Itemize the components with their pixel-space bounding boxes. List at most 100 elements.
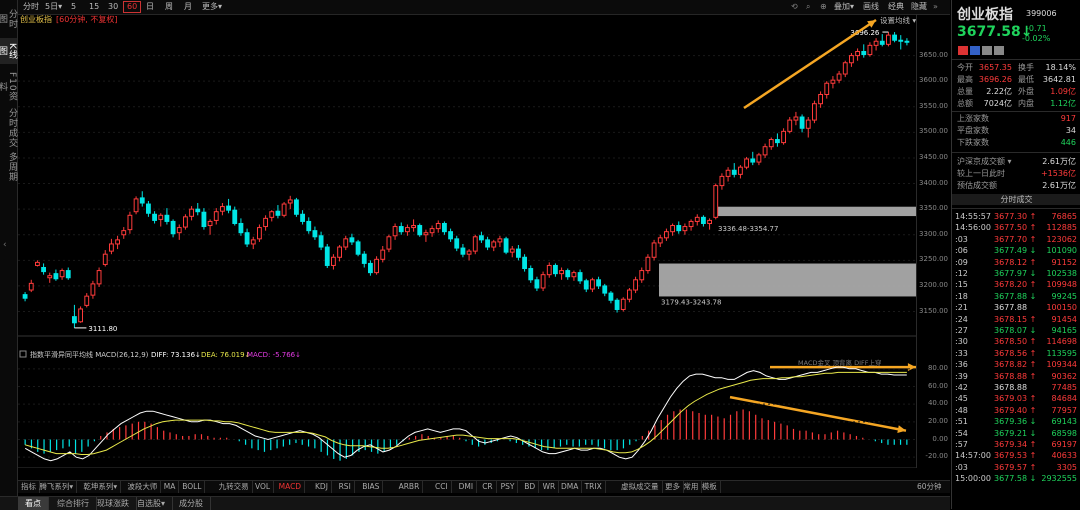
candle bbox=[553, 264, 558, 275]
zoom-in-icon[interactable]: ⊕ bbox=[817, 1, 830, 13]
tab-timeshare[interactable]: 分时图 bbox=[0, 6, 17, 32]
period-60min[interactable]: 60 bbox=[123, 1, 142, 13]
grid-icon[interactable] bbox=[994, 46, 1004, 55]
candle bbox=[263, 217, 268, 228]
draw-line-button[interactable]: 画线 bbox=[860, 1, 882, 13]
candle bbox=[479, 235, 484, 241]
tick-row: :42 3678.88 77485 bbox=[952, 382, 1080, 393]
collapse-arrow-icon[interactable]: ‹ bbox=[3, 240, 7, 250]
period-more[interactable]: 更多▾ bbox=[199, 1, 225, 13]
trade-icon[interactable] bbox=[958, 46, 968, 55]
period-week[interactable]: 周 bbox=[162, 1, 176, 13]
price-tick-label: 3500.00 bbox=[919, 127, 948, 136]
indicator-tab[interactable]: BOLL bbox=[179, 481, 206, 493]
candle bbox=[343, 238, 349, 248]
indicator-tab[interactable]: ARBR bbox=[396, 481, 424, 493]
period-15min[interactable]: 15 bbox=[86, 1, 102, 13]
breadth-value: 917 bbox=[1060, 114, 1076, 123]
tick-volume: 91454 bbox=[1051, 314, 1077, 324]
indicator-tab[interactable]: MACD bbox=[276, 481, 306, 493]
indicator-tab[interactable]: 腾飞系列▾ bbox=[36, 481, 78, 493]
period-30min[interactable]: 30 bbox=[105, 1, 121, 13]
indicator-tab[interactable]: 虚拟成交量 bbox=[618, 481, 663, 493]
macd-settings-icon[interactable] bbox=[19, 350, 27, 358]
status-tab-watchlist[interactable]: 自选股▾ bbox=[130, 497, 174, 510]
candle bbox=[682, 226, 688, 232]
box-upper-label: 3336.48-3354.77 bbox=[718, 225, 778, 233]
indicator-tab[interactable]: 模板 bbox=[699, 481, 721, 493]
period-timeshare[interactable]: 分时 bbox=[20, 1, 42, 13]
candle bbox=[176, 227, 182, 234]
search-icon[interactable]: ⌕ bbox=[803, 1, 813, 13]
indicator-tab[interactable]: 乾坤系列▾ bbox=[80, 481, 122, 493]
flash-icon[interactable] bbox=[970, 46, 980, 55]
candle bbox=[392, 226, 398, 237]
more-icon[interactable]: » bbox=[930, 1, 941, 13]
candle bbox=[47, 275, 53, 279]
tick-volume: 84684 bbox=[1051, 394, 1077, 404]
turnover-row: 预估成交额 2.61万亿 bbox=[952, 180, 1080, 191]
indicator-tab[interactable]: BD bbox=[521, 481, 540, 493]
minus-icon[interactable] bbox=[982, 46, 992, 55]
indicator-tab[interactable]: DMI bbox=[456, 481, 478, 493]
status-tab-constituents[interactable]: 成分股 bbox=[172, 497, 211, 510]
support-box-lower bbox=[659, 263, 916, 297]
candle bbox=[35, 261, 40, 266]
indicator-tab[interactable]: KDJ bbox=[312, 481, 332, 493]
quote-change-pct: -0.02% bbox=[1022, 34, 1051, 43]
chart-subtitle: [60分钟, 不复权] bbox=[56, 14, 118, 24]
chart-stock-name: 创业板指 bbox=[20, 14, 52, 24]
candle bbox=[220, 206, 225, 212]
candle bbox=[331, 256, 336, 266]
breadth-label: 上涨家数 bbox=[957, 114, 989, 123]
candle bbox=[257, 227, 262, 240]
candle bbox=[534, 279, 540, 289]
candle bbox=[442, 222, 447, 233]
candle bbox=[96, 270, 102, 285]
set-ma-button[interactable]: 设置均线 ▾ bbox=[880, 15, 916, 25]
candle bbox=[41, 267, 46, 273]
indicator-tab[interactable]: VOL bbox=[252, 481, 275, 493]
indicator-tab[interactable]: 九转交易 bbox=[216, 481, 253, 493]
period-5min[interactable]: 5 bbox=[68, 1, 79, 13]
tick-price: 3678.88 bbox=[994, 383, 1028, 392]
tab-ticks[interactable]: 分时成交 bbox=[0, 108, 17, 148]
turnover-row[interactable]: 沪深京成交额 ▾ 2.61万亿 bbox=[952, 156, 1080, 167]
indicator-tab[interactable]: MA bbox=[161, 481, 180, 493]
indicator-tab[interactable]: BIAS bbox=[359, 481, 384, 493]
tick-time: :51 bbox=[955, 417, 968, 427]
candle bbox=[374, 258, 379, 274]
tick-row: :09 3678.12 ↑ 91152 bbox=[952, 257, 1080, 268]
status-tab-highlights[interactable]: 看点 bbox=[18, 497, 49, 510]
indicator-tab[interactable]: 波段大师 bbox=[124, 481, 162, 493]
period-day[interactable]: 日 bbox=[143, 1, 157, 13]
macd-tick-label: 60.00 bbox=[927, 381, 948, 390]
candle bbox=[318, 235, 324, 248]
indicator-tab[interactable]: TRIX bbox=[582, 481, 606, 493]
refresh-icon[interactable]: ⟲ bbox=[788, 1, 801, 13]
tick-price: 3678.07 ↓ bbox=[994, 326, 1037, 335]
hide-button[interactable]: 隐藏 bbox=[908, 1, 930, 13]
candle bbox=[744, 158, 749, 168]
period-5day[interactable]: 5日▾ bbox=[42, 1, 65, 13]
indicator-tab[interactable]: DMA bbox=[558, 481, 583, 493]
tab-multi-period[interactable]: 多周期 bbox=[0, 152, 17, 182]
indicator-tab[interactable]: CR bbox=[479, 481, 497, 493]
overlay-menu[interactable]: 叠加▾ bbox=[831, 1, 857, 13]
candle bbox=[824, 82, 830, 95]
kline-chart[interactable]: 创业板指 [60分钟, 不复权] 设置均线 ▾ 3111.803696.2633… bbox=[18, 14, 916, 468]
tab-f10[interactable]: F10资料 bbox=[0, 72, 17, 102]
macd-arrow-down bbox=[729, 395, 907, 432]
indicator-tab[interactable]: PSY bbox=[498, 481, 519, 493]
tab-kline[interactable]: K线图 bbox=[0, 38, 17, 64]
macd-tick-label: 40.00 bbox=[927, 399, 948, 408]
indicator-tab[interactable]: CCI bbox=[432, 481, 452, 493]
candle bbox=[244, 232, 250, 245]
indicator-tab[interactable]: RSI bbox=[336, 481, 355, 493]
tick-row: :39 3678.88 ↑ 90362 bbox=[952, 371, 1080, 382]
indicator-tab[interactable]: WR bbox=[540, 481, 560, 493]
classic-button[interactable]: 经典 bbox=[885, 1, 907, 13]
candle bbox=[429, 228, 435, 234]
candle bbox=[503, 238, 509, 253]
period-month[interactable]: 月 bbox=[181, 1, 195, 13]
